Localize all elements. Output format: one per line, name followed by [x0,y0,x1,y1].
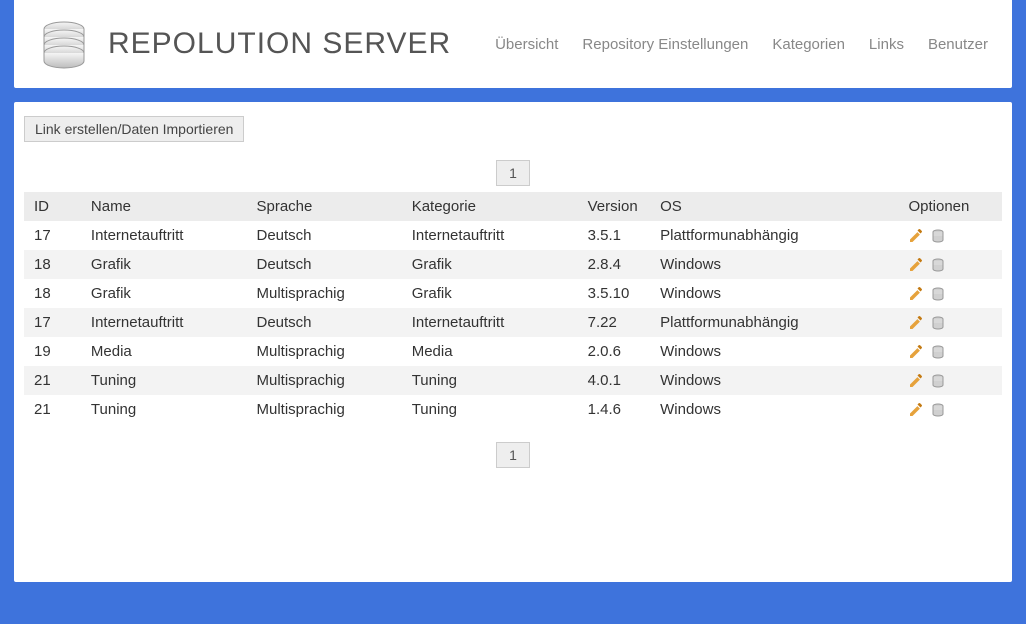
col-header-version[interactable]: Version [578,192,650,221]
cell-name: Media [81,337,247,366]
table-row: 19MediaMultisprachigMedia2.0.6Windows [24,337,1002,366]
edit-icon[interactable] [908,373,924,389]
cell-id: 18 [24,250,81,279]
cell-id: 17 [24,308,81,337]
links-table: ID Name Sprache Kategorie Version OS Opt… [24,192,1002,424]
cell-name: Grafik [81,250,247,279]
cell-version: 3.5.10 [578,279,650,308]
cell-sprache: Multisprachig [246,366,401,395]
cell-sprache: Multisprachig [246,279,401,308]
col-header-os[interactable]: OS [650,192,898,221]
brand: REPOLUTiON SERVER [38,18,451,70]
table-row: 21TuningMultisprachigTuning4.0.1Windows [24,366,1002,395]
database-icon[interactable] [930,373,946,389]
cell-os: Windows [650,250,898,279]
app-title: REPOLUTiON SERVER [108,27,451,61]
pager-page-1-bottom[interactable]: 1 [496,442,530,468]
nav-link-repo-settings[interactable]: Repository Einstellungen [582,36,748,53]
nav-link-overview[interactable]: Übersicht [495,36,558,53]
cell-optionen [898,337,1002,366]
col-header-name[interactable]: Name [81,192,247,221]
cell-sprache: Deutsch [246,308,401,337]
cell-version: 3.5.1 [578,221,650,250]
pager-page-1[interactable]: 1 [496,160,530,186]
database-icon[interactable] [930,315,946,331]
nav-link-users[interactable]: Benutzer [928,36,988,53]
cell-optionen [898,279,1002,308]
cell-version: 2.0.6 [578,337,650,366]
cell-os: Windows [650,366,898,395]
cell-kategorie: Grafik [402,279,578,308]
table-row: 17InternetauftrittDeutschInternetauftrit… [24,221,1002,250]
cell-os: Windows [650,395,898,424]
edit-icon[interactable] [908,228,924,244]
table-row: 21TuningMultisprachigTuning1.4.6Windows [24,395,1002,424]
edit-icon[interactable] [908,257,924,273]
main-nav: Übersicht Repository Einstellungen Kateg… [495,36,988,53]
cell-version: 1.4.6 [578,395,650,424]
col-header-sprache[interactable]: Sprache [246,192,401,221]
col-header-id[interactable]: ID [24,192,81,221]
cell-version: 2.8.4 [578,250,650,279]
header: REPOLUTiON SERVER Übersicht Repository E… [14,0,1012,88]
database-stack-icon [38,18,90,70]
cell-version: 7.22 [578,308,650,337]
cell-os: Windows [650,337,898,366]
col-header-optionen: Optionen [898,192,1002,221]
cell-os: Windows [650,279,898,308]
cell-sprache: Deutsch [246,221,401,250]
table-row: 18GrafikMultisprachigGrafik3.5.10Windows [24,279,1002,308]
cell-id: 17 [24,221,81,250]
cell-id: 21 [24,366,81,395]
cell-os: Plattformunabhängig [650,221,898,250]
cell-name: Internetauftritt [81,308,247,337]
cell-optionen [898,308,1002,337]
content-panel: Link erstellen/Daten Importieren 1 ID Na… [14,102,1012,582]
cell-kategorie: Internetauftritt [402,221,578,250]
database-icon[interactable] [930,344,946,360]
pager-bottom: 1 [24,442,1002,468]
cell-kategorie: Grafik [402,250,578,279]
cell-optionen [898,250,1002,279]
cell-id: 21 [24,395,81,424]
database-icon[interactable] [930,286,946,302]
cell-name: Grafik [81,279,247,308]
col-header-kategorie[interactable]: Kategorie [402,192,578,221]
create-link-button[interactable]: Link erstellen/Daten Importieren [24,116,244,142]
cell-id: 19 [24,337,81,366]
cell-kategorie: Internetauftritt [402,308,578,337]
cell-sprache: Multisprachig [246,395,401,424]
table-header-row: ID Name Sprache Kategorie Version OS Opt… [24,192,1002,221]
pager-top: 1 [24,160,1002,186]
cell-name: Tuning [81,395,247,424]
cell-kategorie: Tuning [402,366,578,395]
cell-sprache: Multisprachig [246,337,401,366]
edit-icon[interactable] [908,315,924,331]
database-icon[interactable] [930,257,946,273]
cell-name: Internetauftritt [81,221,247,250]
cell-optionen [898,366,1002,395]
cell-optionen [898,395,1002,424]
database-icon[interactable] [930,228,946,244]
edit-icon[interactable] [908,402,924,418]
table-row: 18GrafikDeutschGrafik2.8.4Windows [24,250,1002,279]
cell-kategorie: Media [402,337,578,366]
cell-kategorie: Tuning [402,395,578,424]
cell-optionen [898,221,1002,250]
cell-id: 18 [24,279,81,308]
edit-icon[interactable] [908,344,924,360]
edit-icon[interactable] [908,286,924,302]
cell-name: Tuning [81,366,247,395]
cell-os: Plattformunabhängig [650,308,898,337]
nav-link-links[interactable]: Links [869,36,904,53]
database-icon[interactable] [930,402,946,418]
cell-sprache: Deutsch [246,250,401,279]
cell-version: 4.0.1 [578,366,650,395]
nav-link-categories[interactable]: Kategorien [772,36,845,53]
table-row: 17InternetauftrittDeutschInternetauftrit… [24,308,1002,337]
